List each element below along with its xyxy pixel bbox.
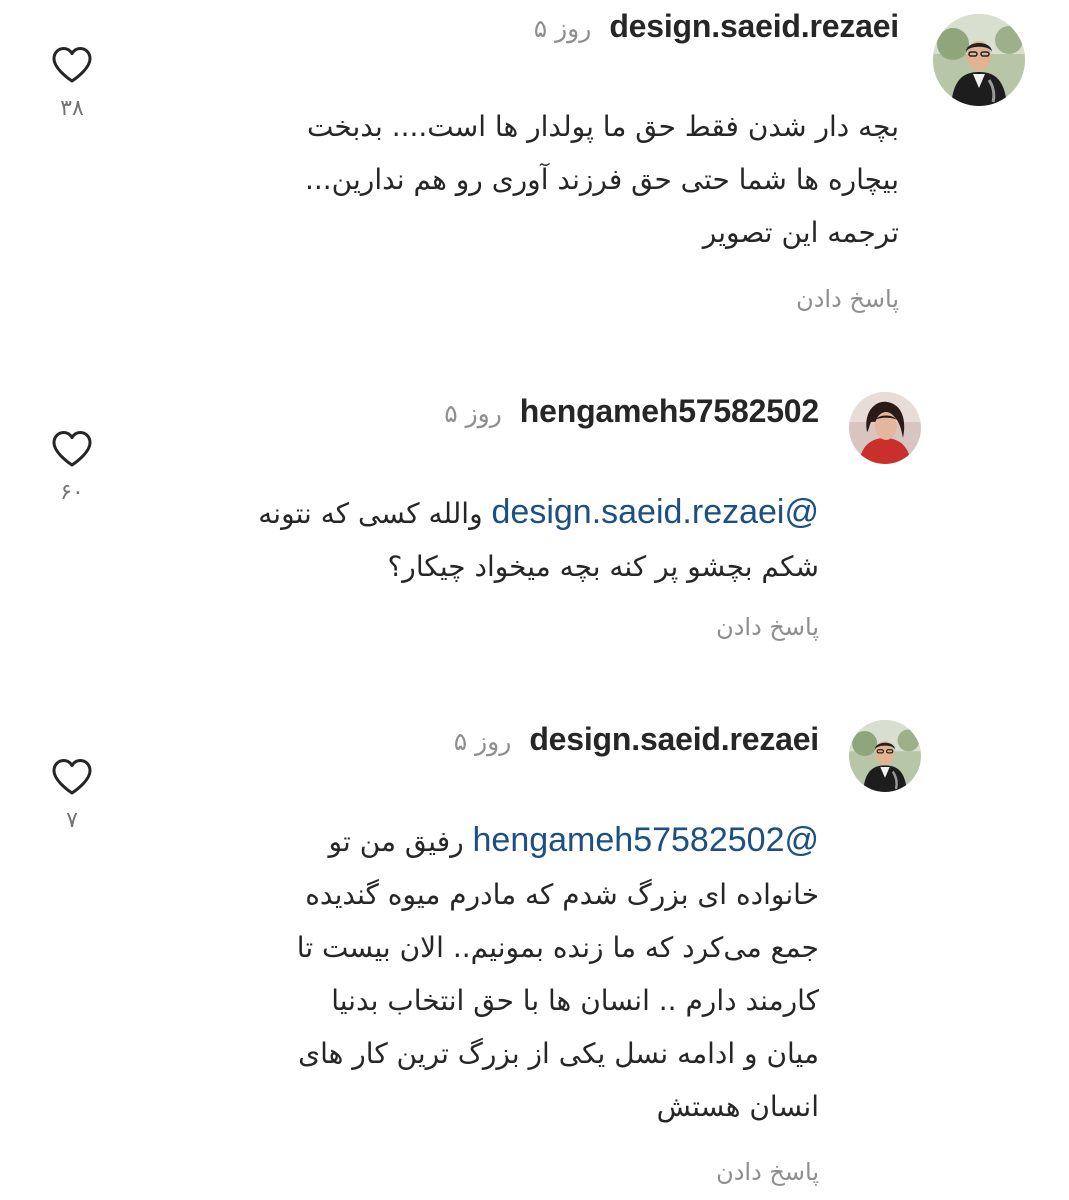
comment-line: میان و ادامه نسل یکی از بزرگ ترین کار ها… bbox=[298, 1037, 819, 1070]
comment-line: @hengameh57582502 رفیق من تو bbox=[328, 821, 819, 859]
reply-button[interactable]: پاسخ دادن bbox=[716, 1158, 819, 1186]
comment-line: کارمند دارم .. انسان ها با حق انتخاب بدن… bbox=[331, 984, 819, 1017]
like-count: ۷ bbox=[66, 808, 78, 833]
comment-line: خانواده ای بزرگ شدم که مادرم میوه گندیده bbox=[305, 878, 819, 911]
comment-3: ۵ روز design.saeid.rezaei @hengameh57582… bbox=[0, 0, 1069, 1200]
comment-line: انسان هستش bbox=[656, 1090, 819, 1123]
like-control: ۷ bbox=[32, 758, 112, 833]
comment-line: جمع می‌کرد که ما زنده بمونیم.. الان بیست… bbox=[296, 931, 819, 964]
comment-header: ۵ روز design.saeid.rezaei bbox=[454, 721, 819, 758]
comment-username[interactable]: design.saeid.rezaei bbox=[529, 721, 819, 758]
avatar[interactable] bbox=[849, 720, 921, 792]
comment-time: ۵ روز bbox=[453, 727, 512, 756]
comment-text: @hengameh57582502 رفیق من تو خانواده ای … bbox=[119, 814, 819, 1133]
man-portrait-icon bbox=[849, 720, 921, 792]
mention-link[interactable]: @hengameh57582502 bbox=[473, 821, 819, 859]
heart-icon[interactable] bbox=[51, 758, 93, 796]
